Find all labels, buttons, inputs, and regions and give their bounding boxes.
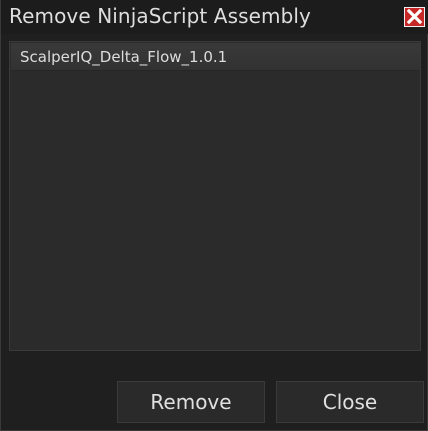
assembly-list-item[interactable]: ScalperIQ_Delta_Flow_1.0.1 [11, 43, 420, 71]
remove-assembly-dialog: Remove NinjaScript Assembly ScalperIQ_De… [0, 0, 428, 431]
remove-button[interactable]: Remove [117, 381, 265, 423]
close-button[interactable]: Close [276, 381, 424, 423]
close-window-icon[interactable] [404, 7, 425, 27]
dialog-title: Remove NinjaScript Assembly [9, 4, 311, 28]
title-bar: Remove NinjaScript Assembly [1, 0, 428, 34]
assembly-name: ScalperIQ_Delta_Flow_1.0.1 [20, 48, 228, 66]
assembly-list[interactable]: ScalperIQ_Delta_Flow_1.0.1 [9, 41, 421, 351]
